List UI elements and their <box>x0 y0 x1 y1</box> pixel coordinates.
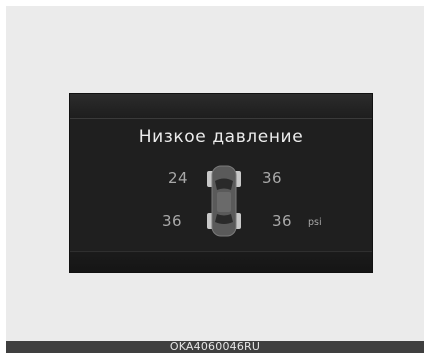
pressure-unit: psi <box>308 217 322 228</box>
tire-front-right-value: 36 <box>262 169 283 187</box>
top-divider <box>70 118 372 119</box>
bottom-bar <box>70 251 372 272</box>
figure-background: Низкое давление 24 36 36 36 psi <box>6 6 424 341</box>
tire-rear-right-value: 36 <box>272 212 293 230</box>
tpms-display-screen: Низкое давление 24 36 36 36 psi <box>69 93 373 273</box>
top-bar <box>70 94 372 118</box>
warning-title: Низкое давление <box>138 127 304 147</box>
tire-rear-left-value: 36 <box>162 212 183 230</box>
tire-front-left-value: 24 <box>168 169 189 187</box>
car-top-view-icon <box>206 164 242 238</box>
caption-bar: OKA4060046RU <box>6 341 424 353</box>
figure-code: OKA4060046RU <box>169 340 261 353</box>
